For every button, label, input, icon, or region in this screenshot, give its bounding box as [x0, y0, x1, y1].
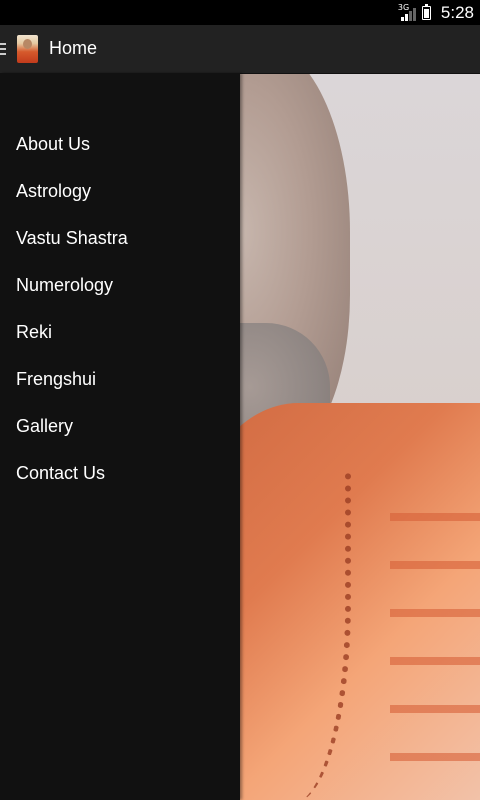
action-bar: Home	[0, 25, 480, 74]
drawer-item-contact-us[interactable]: Contact Us	[0, 450, 240, 497]
status-bar: 3G 5:28	[0, 0, 480, 25]
drawer-item-frengshui[interactable]: Frengshui	[0, 356, 240, 403]
signal-icon: 3G	[398, 3, 416, 23]
drawer-item-about-us[interactable]: About Us	[0, 121, 240, 168]
navigation-drawer: About Us Astrology Vastu Shastra Numerol…	[0, 73, 240, 800]
app-logo-icon	[17, 35, 38, 63]
hamburger-icon	[0, 43, 6, 55]
battery-icon	[421, 3, 431, 20]
drawer-item-numerology[interactable]: Numerology	[0, 262, 240, 309]
drawer-item-vastu-shastra[interactable]: Vastu Shastra	[0, 215, 240, 262]
drawer-toggle-button[interactable]	[0, 25, 44, 73]
status-indicators: 3G 5:28	[398, 0, 474, 25]
drawer-item-astrology[interactable]: Astrology	[0, 168, 240, 215]
action-bar-title: Home	[49, 38, 98, 58]
app-screen: 3G 5:28 Home About Us Astrology Vastu Sh…	[0, 0, 480, 800]
drawer-menu: About Us Astrology Vastu Shastra Numerol…	[0, 121, 240, 497]
status-clock: 5:28	[440, 2, 474, 22]
drawer-item-gallery[interactable]: Gallery	[0, 403, 240, 450]
drawer-item-reki[interactable]: Reki	[0, 309, 240, 356]
